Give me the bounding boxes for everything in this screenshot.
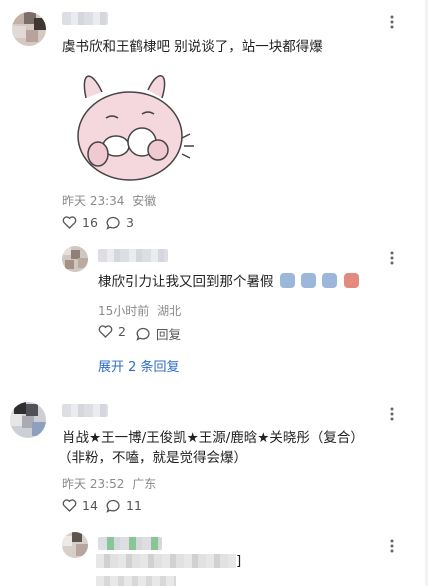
comment-meta: 昨天 23:34 安徽	[62, 192, 156, 209]
reply-more-button[interactable]	[384, 538, 400, 554]
reply-count: 3	[126, 215, 134, 230]
reply-like-button[interactable]: 2	[98, 324, 126, 339]
reply-meta: 15小时前 湖北	[98, 302, 181, 319]
comment-location: 广东	[132, 477, 157, 491]
comment-time: 昨天 23:52	[62, 477, 125, 491]
comment-location: 安徽	[132, 194, 157, 208]
reply-to-reply-button[interactable]: 回复	[136, 324, 181, 343]
comment-icon	[136, 327, 150, 341]
like-count: 16	[82, 215, 98, 230]
more-button[interactable]	[384, 14, 400, 30]
more-button[interactable]	[384, 406, 400, 422]
reply-text-partial: ]	[236, 553, 242, 569]
reply-count-button[interactable]: 3	[106, 215, 134, 230]
reply-username-blurred[interactable]	[98, 537, 162, 550]
reply-text-row: 棣欣引力让我又回到那个暑假	[98, 272, 359, 292]
emoji-icon	[322, 273, 338, 288]
more-vertical-icon	[390, 407, 394, 421]
reply-avatar[interactable]	[62, 246, 88, 272]
avatar[interactable]	[10, 402, 46, 438]
emoji-icon	[343, 273, 359, 288]
pink-rabbit-sticker	[62, 68, 212, 186]
comment-time: 昨天 23:34	[62, 194, 125, 208]
reply-location: 湖北	[157, 304, 182, 318]
more-vertical-icon	[390, 251, 394, 265]
reply-text-blurred	[96, 554, 236, 568]
heart-icon	[62, 499, 77, 512]
comment-text-line2: （非粉，不嗑，就是觉得会爆）	[58, 450, 247, 466]
reply-time: 15小时前	[98, 304, 150, 318]
heart-icon	[98, 325, 113, 338]
username-blurred[interactable]	[62, 12, 108, 25]
more-vertical-icon	[390, 539, 394, 553]
comment-text: 虞书欣和王鹤棣吧 别说谈了，站一块都得爆	[62, 39, 323, 55]
reply-text: 棣欣引力让我又回到那个暑假	[98, 274, 274, 290]
reply-label: 回复	[156, 327, 182, 342]
reply-count: 11	[126, 498, 142, 513]
reply-username-blurred[interactable]	[98, 249, 168, 262]
expand-replies-link[interactable]: 展开 2 条回复	[98, 356, 180, 375]
comment-icon	[106, 216, 120, 230]
like-button[interactable]: 16	[62, 215, 98, 230]
reply-like-count: 2	[118, 324, 126, 339]
comment-meta: 昨天 23:52 广东	[62, 475, 156, 492]
like-button[interactable]: 14	[62, 498, 98, 513]
reply-more-button[interactable]	[384, 250, 400, 266]
heart-icon	[62, 216, 77, 229]
reply-meta-blurred	[96, 576, 176, 586]
avatar[interactable]	[12, 12, 46, 46]
reply-count-button[interactable]: 11	[106, 498, 142, 513]
comment-icon	[106, 499, 120, 513]
more-vertical-icon	[390, 15, 394, 29]
username-blurred[interactable]	[62, 404, 108, 417]
comment-text: 肖战★王一博/王俊凯★王源/鹿晗★关晓彤（复合）	[62, 430, 364, 446]
like-count: 14	[82, 498, 98, 513]
emoji-icon	[279, 273, 295, 288]
reply-avatar[interactable]	[62, 532, 88, 558]
emoji-icon	[301, 273, 317, 288]
